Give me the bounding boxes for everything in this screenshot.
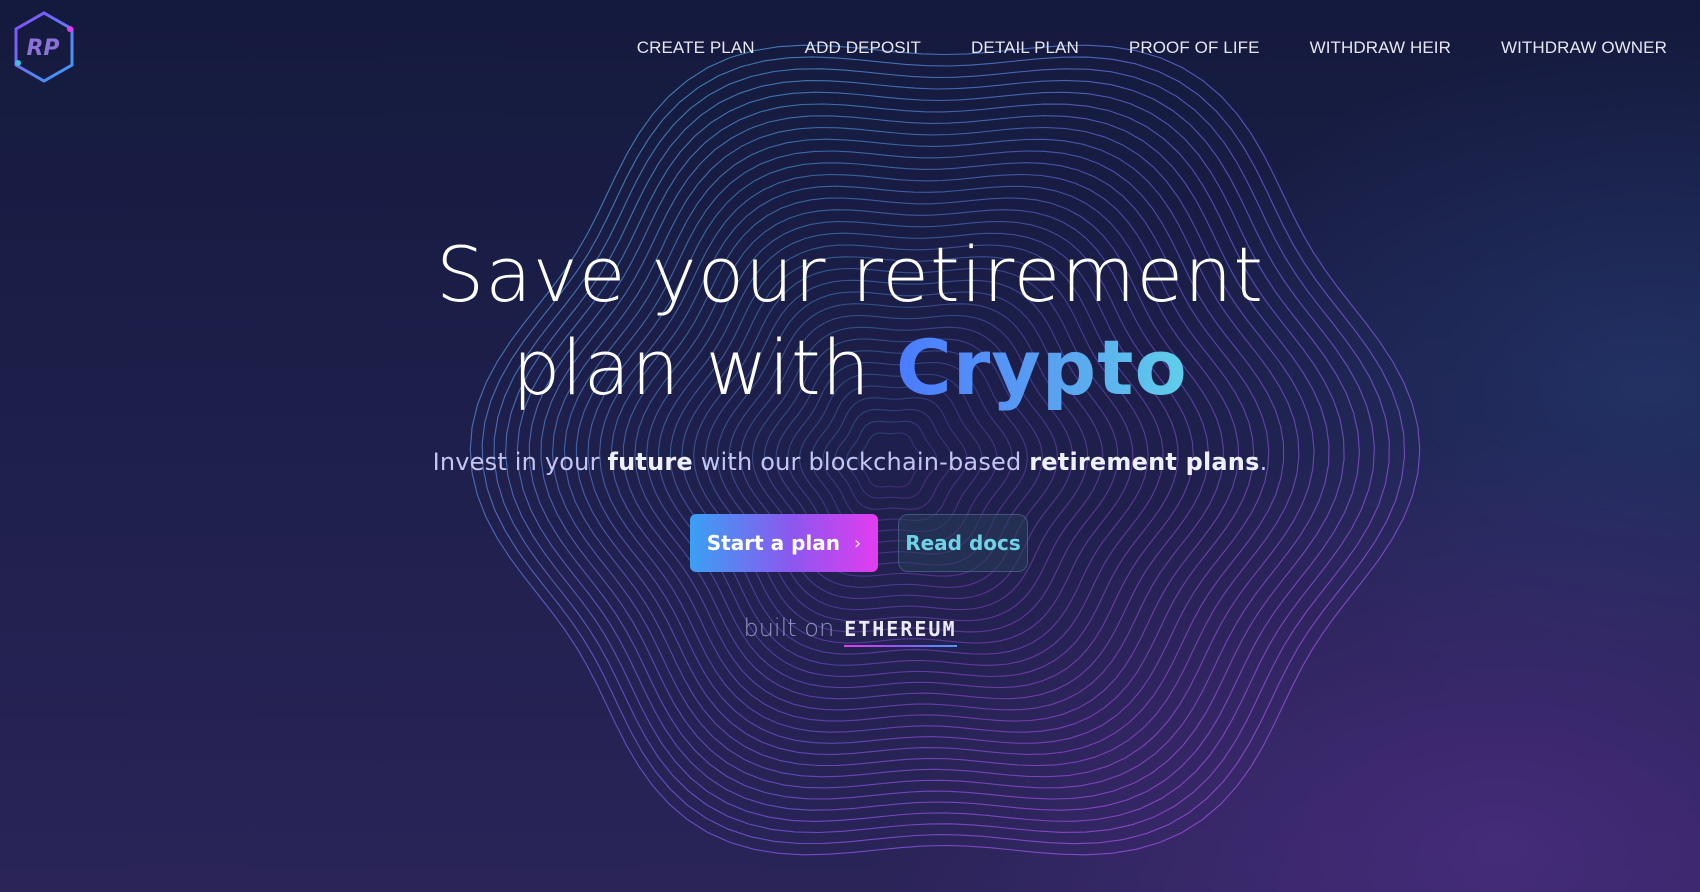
headline-accent-word: Crypto — [895, 323, 1188, 412]
read-docs-label: Read docs — [905, 531, 1021, 555]
ethereum-link[interactable]: ETHEREUM — [844, 617, 957, 647]
subtitle-bold-1: future — [607, 448, 693, 476]
rp-logo[interactable]: RP — [12, 10, 76, 84]
hero-section: Save your retirement plan with Crypto In… — [0, 228, 1700, 647]
hero-subtitle: Invest in your future with our blockchai… — [0, 448, 1700, 476]
subtitle-bold-2: retirement plans — [1029, 448, 1260, 476]
hero-headline: Save your retirement plan with Crypto — [0, 228, 1700, 414]
subtitle-part-1: Invest in your — [432, 448, 608, 476]
nav-withdraw-owner[interactable]: WITHDRAW OWNER — [1501, 38, 1667, 58]
svg-text:RP: RP — [26, 36, 59, 61]
nav-add-deposit[interactable]: ADD DEPOSIT — [805, 38, 921, 58]
built-on-label: built on — [743, 614, 835, 642]
nav-create-plan[interactable]: CREATE PLAN — [637, 38, 755, 58]
nav-withdraw-heir[interactable]: WITHDRAW HEIR — [1310, 38, 1451, 58]
hexagon-logo-icon: RP — [14, 11, 74, 83]
read-docs-button[interactable]: Read docs — [898, 514, 1028, 572]
nav-detail-plan[interactable]: DETAIL PLAN — [971, 38, 1079, 58]
headline-line-1: Save your retirement — [435, 230, 1265, 319]
start-plan-label: Start a plan — [706, 531, 840, 555]
headline-line-2-prefix: plan with — [512, 323, 896, 412]
nav-proof-of-life[interactable]: PROOF OF LIFE — [1129, 38, 1260, 58]
hero-actions: Start a plan › Read docs — [0, 514, 1700, 572]
top-navigation: CREATE PLAN ADD DEPOSIT DETAIL PLAN PROO… — [587, 38, 1667, 58]
start-plan-button[interactable]: Start a plan › — [690, 514, 878, 572]
built-on-badge: built on ETHEREUM — [0, 614, 1700, 647]
subtitle-part-2: with our blockchain-based — [692, 448, 1030, 476]
chevron-right-icon: › — [854, 532, 862, 554]
subtitle-part-3: . — [1259, 448, 1268, 476]
